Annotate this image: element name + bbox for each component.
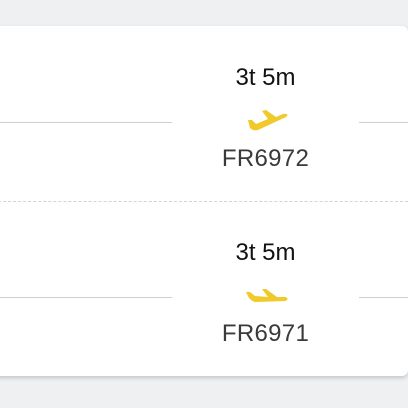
route-line-left [0,297,172,298]
plane-takeoff-icon [242,284,290,310]
flight-duration: 3t 5m [235,239,296,266]
plane-takeoff-icon [242,108,290,134]
route-line-right [359,122,408,123]
route-line-left [0,122,172,123]
flight-summary-screen: 3t 5m FR6972 3t 5m FR6971 [0,0,408,408]
flight-number: FR6971 [221,320,310,347]
flight-leg-inbound[interactable]: 3t 5m FR6971 [0,202,408,376]
flight-card[interactable]: 3t 5m FR6972 3t 5m FR6971 [0,26,408,376]
route-line-right [359,297,408,298]
flight-leg-outbound[interactable]: 3t 5m FR6972 [0,26,408,200]
flight-number: FR6972 [221,145,310,172]
header-strip [0,0,408,26]
flight-duration: 3t 5m [235,64,296,91]
